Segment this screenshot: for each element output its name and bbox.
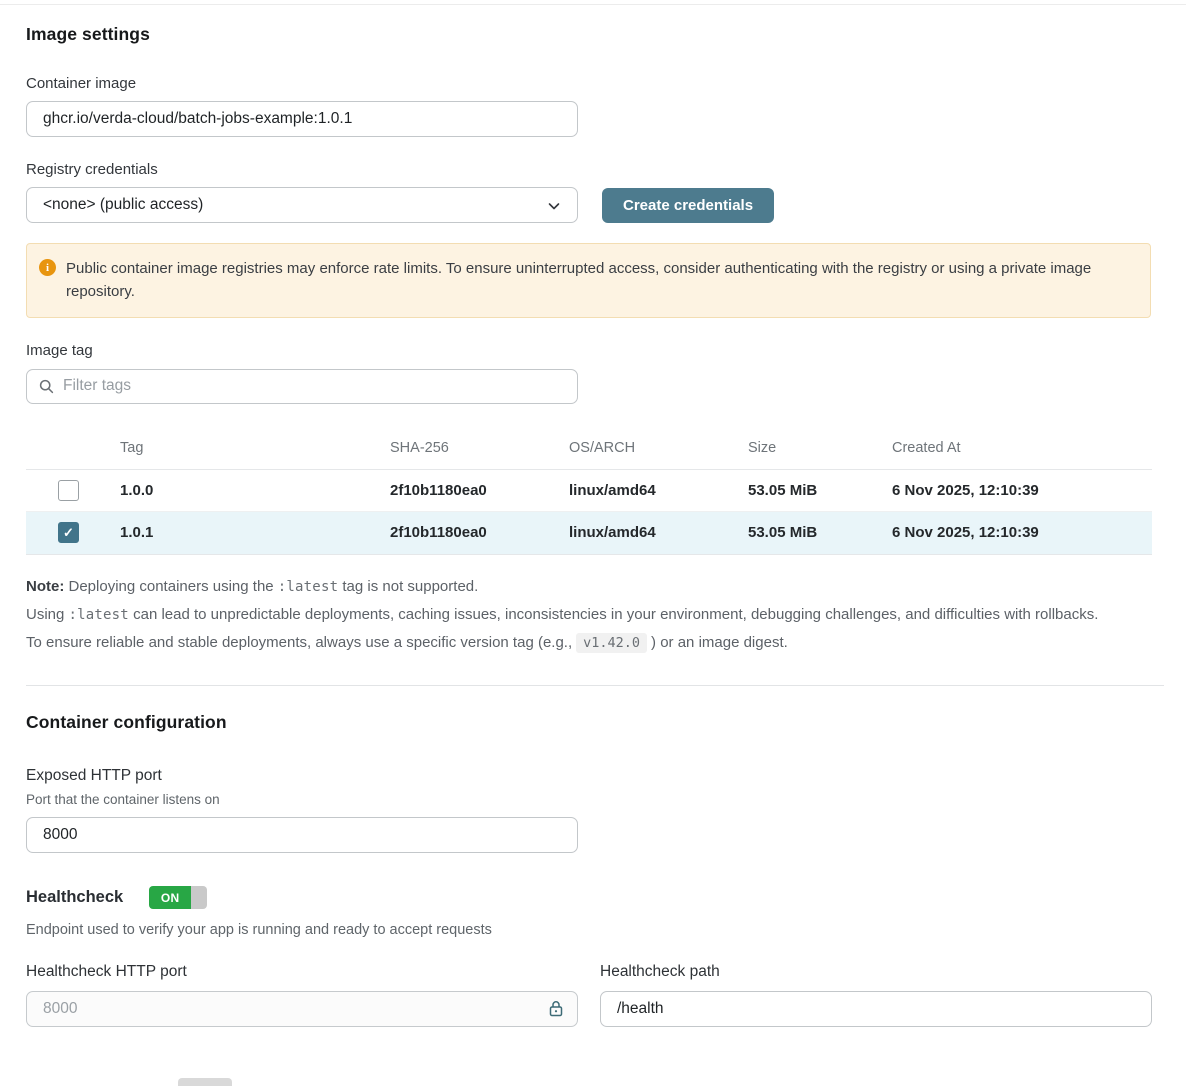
lock-icon bbox=[548, 1000, 564, 1023]
container-configuration-title: Container configuration bbox=[26, 712, 1186, 733]
healthcheck-path-label: Healthcheck path bbox=[600, 963, 1152, 981]
cell-tag: 1.0.1 bbox=[120, 524, 390, 541]
cell-sha256: 2f10b1180ea0 bbox=[390, 524, 569, 541]
exposed-port-label: Exposed HTTP port bbox=[26, 767, 1186, 785]
section-divider bbox=[26, 685, 1164, 686]
cell-os-arch: linux/amd64 bbox=[569, 524, 748, 541]
chevron-down-icon bbox=[547, 199, 561, 218]
healthcheck-port-field: Healthcheck HTTP port bbox=[26, 963, 578, 1027]
latest-tag-note: Note: Deploying containers using the :la… bbox=[26, 575, 1104, 656]
healthcheck-toggle[interactable]: ON bbox=[149, 886, 207, 909]
deployment-settings-page: Image settings Container image Registry … bbox=[0, 0, 1186, 1086]
registry-credentials-label: Registry credentials bbox=[26, 161, 1186, 178]
healthcheck-path-input[interactable] bbox=[600, 991, 1152, 1027]
version-tag-code-chip: v1.42.0 bbox=[576, 633, 647, 653]
cell-tag: 1.0.0 bbox=[120, 482, 390, 499]
rate-limit-banner-text: Public container image registries may en… bbox=[66, 257, 1106, 304]
cell-created-at: 6 Nov 2025, 12:10:39 bbox=[892, 524, 1152, 541]
exposed-port-hint: Port that the container listens on bbox=[26, 792, 1186, 807]
healthcheck-port-input bbox=[26, 991, 578, 1027]
exposed-port-input[interactable] bbox=[26, 817, 578, 853]
table-row-selected[interactable]: 1.0.1 2f10b1180ea0 linux/amd64 53.05 MiB… bbox=[26, 512, 1152, 555]
table-header-row: Tag SHA-256 OS/ARCH Size Created At bbox=[26, 428, 1152, 470]
rate-limit-banner: i Public container image registries may … bbox=[26, 243, 1151, 318]
latest-code: :latest bbox=[278, 579, 338, 595]
table-row[interactable]: 1.0.0 2f10b1180ea0 linux/amd64 53.05 MiB… bbox=[26, 470, 1152, 512]
healthcheck-port-label: Healthcheck HTTP port bbox=[26, 963, 578, 981]
partial-toggle-cutoff[interactable] bbox=[178, 1078, 232, 1086]
toggle-knob bbox=[191, 886, 207, 909]
row-checkbox[interactable] bbox=[58, 480, 79, 501]
search-icon bbox=[39, 379, 54, 399]
cell-created-at: 6 Nov 2025, 12:10:39 bbox=[892, 482, 1152, 499]
image-settings-title: Image settings bbox=[26, 24, 1186, 45]
note-line-3: To ensure reliable and stable deployment… bbox=[26, 631, 1104, 655]
cell-sha256: 2f10b1180ea0 bbox=[390, 482, 569, 499]
image-tags-table: Tag SHA-256 OS/ARCH Size Created At 1.0.… bbox=[26, 428, 1152, 555]
cell-size: 53.05 MiB bbox=[748, 524, 892, 541]
registry-credentials-selected-value: <none> (public access) bbox=[43, 196, 203, 214]
healthcheck-label: Healthcheck bbox=[26, 888, 123, 907]
container-image-label: Container image bbox=[26, 75, 1186, 92]
note-line-1: Note: Deploying containers using the :la… bbox=[26, 575, 1104, 599]
cell-size: 53.05 MiB bbox=[748, 482, 892, 499]
cell-os-arch: linux/amd64 bbox=[569, 482, 748, 499]
healthcheck-path-field: Healthcheck path bbox=[600, 963, 1152, 1027]
healthcheck-hint: Endpoint used to verify your app is runn… bbox=[26, 922, 1186, 938]
column-header-sha256: SHA-256 bbox=[390, 440, 569, 456]
registry-credentials-select[interactable]: <none> (public access) bbox=[26, 187, 578, 223]
column-header-os-arch: OS/ARCH bbox=[569, 440, 748, 456]
filter-tags-input[interactable] bbox=[26, 369, 578, 404]
top-divider bbox=[0, 4, 1186, 5]
create-credentials-button[interactable]: Create credentials bbox=[602, 188, 774, 223]
toggle-on-label: ON bbox=[149, 886, 191, 909]
image-tag-label: Image tag bbox=[26, 342, 1186, 359]
column-header-tag: Tag bbox=[120, 440, 390, 456]
note-label: Note: bbox=[26, 578, 64, 595]
container-image-input[interactable] bbox=[26, 101, 578, 137]
row-checkbox-checked[interactable] bbox=[58, 522, 79, 543]
column-header-size: Size bbox=[748, 440, 892, 456]
note-line-2: Using :latest can lead to unpredictable … bbox=[26, 603, 1104, 627]
column-header-created-at: Created At bbox=[892, 440, 1152, 456]
info-icon: i bbox=[39, 259, 56, 276]
latest-code: :latest bbox=[69, 607, 129, 623]
